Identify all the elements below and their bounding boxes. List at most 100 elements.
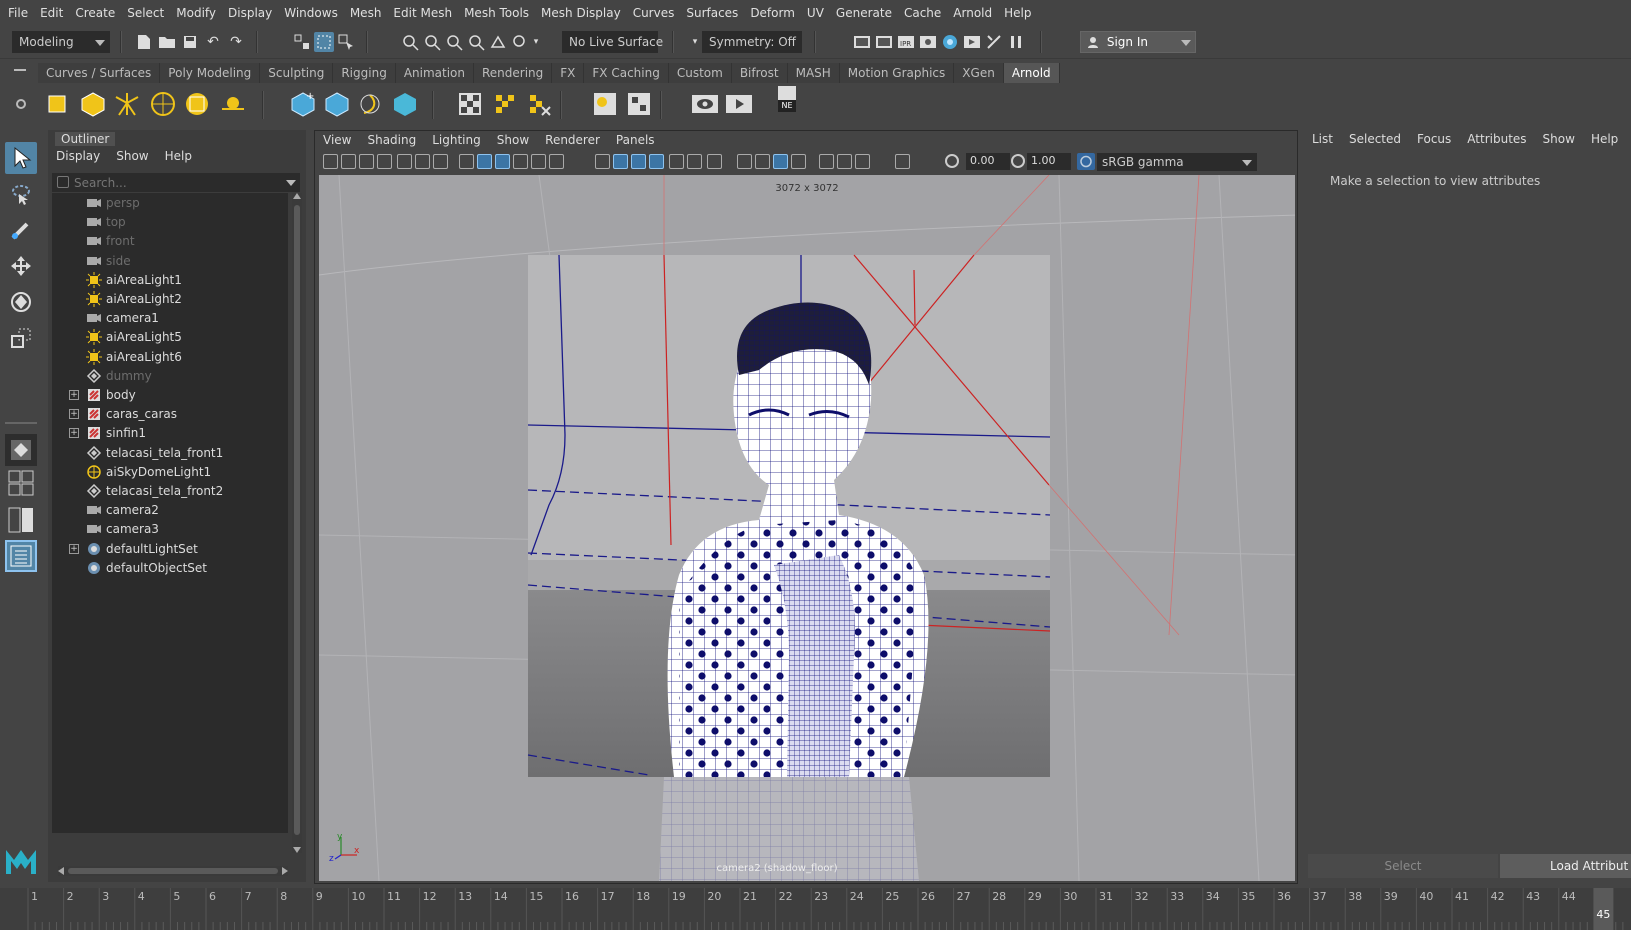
wireframe-on-shaded-icon[interactable]: [631, 154, 646, 169]
shelf-tab-poly-modeling[interactable]: Poly Modeling: [160, 63, 261, 83]
exposure-reset-icon[interactable]: [945, 154, 959, 168]
render-window-icon[interactable]: [778, 86, 796, 100]
persp-outliner-layout-icon[interactable]: [5, 504, 37, 536]
snapshot-icon[interactable]: [690, 89, 720, 119]
menu-uv[interactable]: UV: [801, 6, 830, 20]
area-light-icon[interactable]: [42, 89, 72, 119]
resolution-gate-icon[interactable]: [477, 154, 492, 169]
menu-mesh-display[interactable]: Mesh Display: [535, 6, 627, 20]
snap-point-icon[interactable]: [444, 32, 464, 52]
outliner-vertical-scrollbar[interactable]: [292, 193, 302, 853]
backface-culling-icon[interactable]: [855, 154, 870, 169]
physical-sky-icon[interactable]: [182, 89, 212, 119]
light-manager-icon[interactable]: [590, 89, 620, 119]
outliner-item-side[interactable]: side: [52, 251, 288, 271]
viewport-menu-show[interactable]: Show: [489, 133, 537, 151]
camera-attributes-icon[interactable]: [341, 154, 356, 169]
menu-edit-mesh[interactable]: Edit Mesh: [387, 6, 458, 20]
outliner-vertical-scroll-thumb[interactable]: [294, 205, 300, 835]
outliner-item-front[interactable]: front: [52, 231, 288, 251]
attribute-menu-list[interactable]: List: [1304, 132, 1341, 150]
motion-blur-icon[interactable]: [737, 154, 752, 169]
flush-caches-icon[interactable]: [524, 89, 554, 119]
menu-arnold[interactable]: Arnold: [947, 6, 998, 20]
3d-viewport[interactable]: x y z 3072 x 3072 camera2 (shadow_floor): [319, 175, 1295, 881]
shelf-tab-bifrost[interactable]: Bifrost: [731, 63, 788, 83]
grid-toggle-icon[interactable]: [433, 154, 448, 169]
attribute-menu-help[interactable]: Help: [1583, 132, 1626, 150]
save-scene-icon[interactable]: [180, 32, 200, 52]
move-tool-icon[interactable]: [5, 250, 37, 282]
shelf-tab-curves-surfaces[interactable]: Curves / Surfaces: [38, 63, 161, 83]
skydome-light-icon[interactable]: [148, 89, 178, 119]
menu-edit[interactable]: Edit: [34, 6, 69, 20]
scroll-up-arrow-icon[interactable]: [293, 193, 301, 199]
menu-file[interactable]: File: [2, 6, 34, 20]
outliner-layout-icon[interactable]: [5, 540, 37, 572]
menu-display[interactable]: Display: [222, 6, 278, 20]
arnold-tools-icon[interactable]: [984, 32, 1004, 52]
select-hierarchy-icon[interactable]: [292, 32, 312, 52]
shelf-menu-icon[interactable]: [14, 69, 26, 71]
light-editor-icon[interactable]: [624, 89, 654, 119]
scale-tool-icon[interactable]: [5, 322, 37, 354]
expand-icon[interactable]: +: [69, 390, 79, 400]
stand-in-icon[interactable]: +: [288, 89, 318, 119]
outliner-item-top[interactable]: top: [52, 212, 288, 232]
outliner-item-aiarealight6[interactable]: aiAreaLight6: [52, 347, 288, 367]
shelf-tab-fx[interactable]: FX: [552, 63, 585, 83]
new-scene-icon[interactable]: [134, 32, 154, 52]
attribute-menu-focus[interactable]: Focus: [1409, 132, 1459, 150]
shelf-tab-animation[interactable]: Animation: [395, 63, 474, 83]
lasso-tool-icon[interactable]: [5, 178, 37, 210]
menu-select[interactable]: Select: [121, 6, 170, 20]
outliner-item-body[interactable]: + body: [52, 385, 288, 405]
search-options-chevron-icon[interactable]: [286, 180, 296, 186]
shelf-tab-fx-caching[interactable]: FX Caching: [584, 63, 669, 83]
gate-mask-icon[interactable]: [495, 154, 510, 169]
outliner-item-telacasi-tela-front2[interactable]: telacasi_tela_front2: [52, 481, 288, 501]
snap-surface-icon[interactable]: [488, 32, 508, 52]
scroll-right-arrow-icon[interactable]: [282, 867, 288, 875]
menu-mesh-tools[interactable]: Mesh Tools: [458, 6, 535, 20]
render-sequence-icon[interactable]: [962, 32, 982, 52]
menu-mesh[interactable]: Mesh: [344, 6, 388, 20]
shelf-tab-xgen[interactable]: XGen: [954, 63, 1004, 83]
safe-title-icon[interactable]: [549, 154, 564, 169]
outliner-item-persp[interactable]: persp: [52, 193, 288, 213]
field-chart-icon[interactable]: [513, 154, 528, 169]
menu-help[interactable]: Help: [998, 6, 1037, 20]
screen-space-ao-icon[interactable]: [707, 154, 722, 169]
gamma-field[interactable]: 1.00: [1027, 153, 1071, 170]
grease-pencil-icon[interactable]: [397, 154, 412, 169]
expand-icon[interactable]: +: [69, 409, 79, 420]
time-slider[interactable]: 1 2 3 4 5 6 7 8 9 10 11 12 13 14 15 16 17 18 19 20 21 22 23 24 2…: [0, 888, 1631, 930]
outliner-item-aiarealight2[interactable]: aiAreaLight2: [52, 289, 288, 309]
bookmark-icon[interactable]: [359, 154, 374, 169]
attribute-menu-selected[interactable]: Selected: [1341, 132, 1409, 150]
volume-icon[interactable]: [390, 89, 420, 119]
outliner-item-camera2[interactable]: camera2: [52, 500, 288, 520]
gamma-icon[interactable]: [1011, 154, 1025, 168]
menu-create[interactable]: Create: [69, 6, 121, 20]
use-all-lights-icon[interactable]: [669, 154, 684, 169]
outliner-menu-help[interactable]: Help: [157, 149, 200, 167]
viewport-menu-view[interactable]: View: [315, 133, 359, 151]
curve-collector-icon[interactable]: [356, 89, 386, 119]
outliner-menu-show[interactable]: Show: [108, 149, 156, 167]
sign-in-button[interactable]: Sign In: [1080, 31, 1196, 53]
light-portal-icon[interactable]: [218, 89, 248, 119]
menu-surfaces[interactable]: Surfaces: [680, 6, 744, 20]
outliner-item-dummy[interactable]: dummy: [52, 366, 288, 386]
mode-dropdown[interactable]: Modeling: [12, 31, 110, 53]
filter-icon[interactable]: [57, 176, 69, 188]
outliner-item-sinfin1[interactable]: + sinfin1: [52, 423, 288, 443]
depth-of-field-icon[interactable]: [773, 154, 788, 169]
shelf-tab-motion-graphics[interactable]: Motion Graphics: [839, 63, 955, 83]
paint-select-tool-icon[interactable]: [5, 214, 37, 246]
viewport-menu-renderer[interactable]: Renderer: [537, 133, 608, 151]
smooth-shade-icon[interactable]: [613, 154, 628, 169]
shelf-tab-rendering[interactable]: Rendering: [474, 63, 553, 83]
attribute-menu-show[interactable]: Show: [1535, 132, 1583, 150]
outliner-item-defaultobjectset[interactable]: defaultObjectSet: [52, 558, 288, 578]
